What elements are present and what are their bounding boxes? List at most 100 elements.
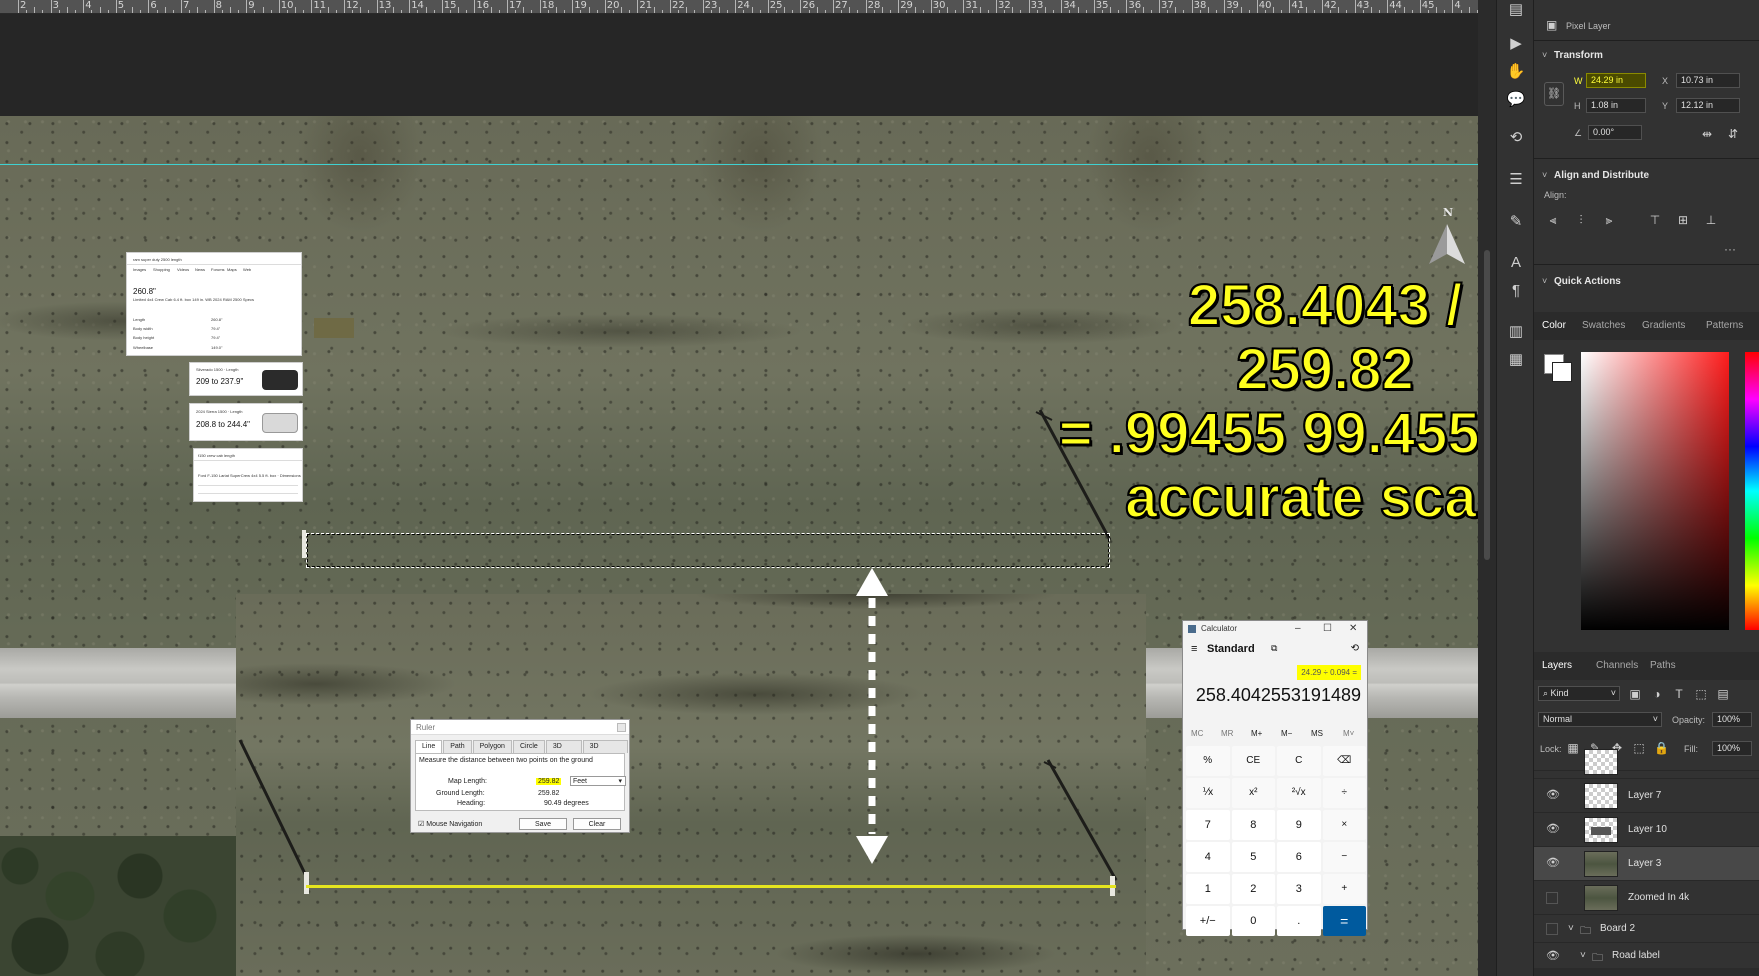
eye-icon[interactable]: 👁 xyxy=(1546,790,1560,801)
comment-icon[interactable]: 💬 xyxy=(1497,90,1535,108)
filter-smart-icon[interactable]: ▤ xyxy=(1716,688,1730,700)
layer-kind-filter[interactable]: ⌕ Kind ˅ xyxy=(1538,686,1620,701)
character-icon[interactable]: A xyxy=(1497,254,1535,271)
m-plus-button[interactable]: M+ xyxy=(1251,729,1262,738)
tab-3d-polygon[interactable]: 3D polygon xyxy=(582,740,628,762)
layer-row[interactable]: 👁 Layer 7 xyxy=(1534,778,1759,812)
layer-name[interactable]: Layer 7 xyxy=(1628,790,1661,801)
layer-group-row[interactable]: ˅ 🗀 Board 2 xyxy=(1534,914,1759,942)
keep-on-top-icon[interactable]: ⧉ xyxy=(1271,643,1277,654)
tab-channels[interactable]: Channels xyxy=(1596,660,1638,671)
close-icon[interactable]: ✕ xyxy=(1349,621,1357,637)
tab-gradients[interactable]: Gradients xyxy=(1642,320,1685,331)
fill-field[interactable]: 100% xyxy=(1712,741,1752,756)
decimal-key[interactable]: . xyxy=(1277,906,1321,936)
eye-icon[interactable]: 👁 xyxy=(1546,858,1560,869)
lock-artboard-icon[interactable]: ⬚ xyxy=(1632,742,1646,754)
link-icon[interactable]: ⛓ xyxy=(1544,82,1564,106)
ruler-dialog[interactable]: Ruler Line Path Polygon Circle 3D path 3… xyxy=(410,719,630,833)
hamburger-menu-icon[interactable]: ≡ xyxy=(1191,643,1197,655)
save-button[interactable]: Save xyxy=(519,818,567,830)
lock-transparency-icon[interactable]: ▦ xyxy=(1566,742,1580,754)
ce-key[interactable]: CE xyxy=(1231,746,1275,776)
lock-all-icon[interactable]: 🔒 xyxy=(1654,742,1669,754)
align-middle-v-icon[interactable]: ⊞ xyxy=(1676,214,1690,226)
tab-color[interactable]: Color xyxy=(1542,320,1566,331)
layer-group-row[interactable]: 👁 ˅ 🗀 Road label xyxy=(1534,942,1759,968)
digit-5-key[interactable]: 5 xyxy=(1231,842,1275,872)
digit-3-key[interactable]: 3 xyxy=(1277,874,1321,904)
maximize-icon[interactable]: ☐ xyxy=(1323,621,1332,637)
properties-icon[interactable]: ▦ xyxy=(1497,350,1535,368)
tools-icon[interactable]: ✋ xyxy=(1497,62,1535,80)
history-icon[interactable]: ⟲ xyxy=(1497,128,1535,146)
tab-3d-path[interactable]: 3D path xyxy=(545,740,582,762)
align-top-icon[interactable]: ⊤ xyxy=(1648,214,1662,226)
percent-key[interactable]: % xyxy=(1186,746,1230,776)
digit-8-key[interactable]: 8 xyxy=(1231,810,1275,840)
layer-row[interactable]: Zoomed In 4k xyxy=(1534,880,1759,914)
tab-line[interactable]: Line xyxy=(415,740,443,753)
height-field[interactable]: 1.08 in xyxy=(1586,98,1646,113)
adjustments-icon[interactable]: ☰ xyxy=(1497,170,1535,188)
digit-4-key[interactable]: 4 xyxy=(1186,842,1230,872)
align-left-icon[interactable]: ⫷ xyxy=(1546,214,1560,226)
y-field[interactable]: 12.12 in xyxy=(1676,98,1740,113)
tab-path[interactable]: Path xyxy=(443,740,472,753)
transform-header[interactable]: Transform xyxy=(1554,50,1603,61)
visibility-toggle[interactable] xyxy=(1546,892,1558,904)
digit-0-key[interactable]: 0 xyxy=(1231,906,1275,936)
filter-adjustment-icon[interactable]: ◑ xyxy=(1650,688,1664,700)
memory-list-button[interactable]: M˅ xyxy=(1343,729,1354,738)
digit-7-key[interactable]: 7 xyxy=(1186,810,1230,840)
tab-layers[interactable]: Layers xyxy=(1542,660,1572,671)
mr-button[interactable]: MR xyxy=(1221,729,1233,738)
negate-key[interactable]: +/− xyxy=(1186,906,1230,936)
align-bottom-icon[interactable]: ⊥ xyxy=(1704,214,1718,226)
square-key[interactable]: x² xyxy=(1231,778,1275,808)
calculator-window[interactable]: Calculator – ☐ ✕ ≡ Standard ⧉ ⟲ 24.29 ÷ … xyxy=(1182,620,1368,936)
ms-button[interactable]: MS xyxy=(1311,729,1323,738)
search-result-thumbnail[interactable]: ram super duty 2500 length Images Shoppi… xyxy=(126,252,302,356)
divide-key[interactable]: ÷ xyxy=(1322,778,1366,808)
align-center-h-icon[interactable]: ⫶ xyxy=(1574,214,1588,226)
flip-vertical-icon[interactable]: ⇵ xyxy=(1726,128,1740,140)
mc-button[interactable]: MC xyxy=(1191,729,1203,738)
tab-patterns[interactable]: Patterns xyxy=(1706,320,1743,331)
chevron-down-icon[interactable]: ˅ xyxy=(1542,50,1547,60)
layer-row[interactable]: 👁 Layer 10 xyxy=(1534,812,1759,846)
minimize-icon[interactable]: – xyxy=(1295,621,1301,637)
m-minus-button[interactable]: M− xyxy=(1281,729,1292,738)
chevron-down-icon[interactable]: ˅ xyxy=(1542,276,1547,286)
panel-toggle-icon[interactable]: ▤ xyxy=(1497,0,1535,18)
color-picker-field[interactable] xyxy=(1581,352,1729,630)
eye-icon[interactable]: 👁 xyxy=(1546,824,1560,835)
hue-slider[interactable] xyxy=(1745,352,1759,630)
zoomed-satellite-layer[interactable] xyxy=(236,594,1146,976)
canvas-scrollbar[interactable] xyxy=(1478,0,1496,976)
tab-polygon[interactable]: Polygon xyxy=(472,740,512,753)
c-key[interactable]: C xyxy=(1277,746,1321,776)
digit-6-key[interactable]: 6 xyxy=(1277,842,1321,872)
play-icon[interactable]: ▶ xyxy=(1497,34,1535,52)
guide-line[interactable] xyxy=(0,164,1478,165)
digit-1-key[interactable]: 1 xyxy=(1186,874,1230,904)
opacity-field[interactable]: 100% xyxy=(1712,712,1752,727)
visibility-toggle[interactable] xyxy=(1546,923,1558,935)
x-field[interactable]: 10.73 in xyxy=(1676,73,1740,88)
unit-select[interactable]: Feet ▾ xyxy=(570,776,626,786)
digit-2-key[interactable]: 2 xyxy=(1231,874,1275,904)
width-field[interactable]: 24.29 in xyxy=(1586,73,1646,88)
clear-button[interactable]: Clear xyxy=(573,818,621,830)
backspace-key[interactable]: ⌫ xyxy=(1322,746,1366,776)
layer-name[interactable]: Layer 10 xyxy=(1628,824,1667,835)
plus-key[interactable]: + xyxy=(1322,874,1366,904)
layer-name[interactable]: Road label xyxy=(1612,950,1660,961)
mouse-navigation-checkbox[interactable]: ☑ Mouse Navigation xyxy=(418,820,482,828)
layer-name[interactable]: Zoomed In 4k xyxy=(1628,892,1689,903)
history-icon[interactable]: ⟲ xyxy=(1351,643,1359,654)
align-right-icon[interactable]: ⫸ xyxy=(1602,214,1616,226)
close-icon[interactable] xyxy=(617,723,626,732)
eye-icon[interactable]: 👁 xyxy=(1546,951,1560,962)
truck-length-thumbnail[interactable]: 2024 Sierra 1500 · Length 208.8 to 244.4… xyxy=(189,403,303,441)
